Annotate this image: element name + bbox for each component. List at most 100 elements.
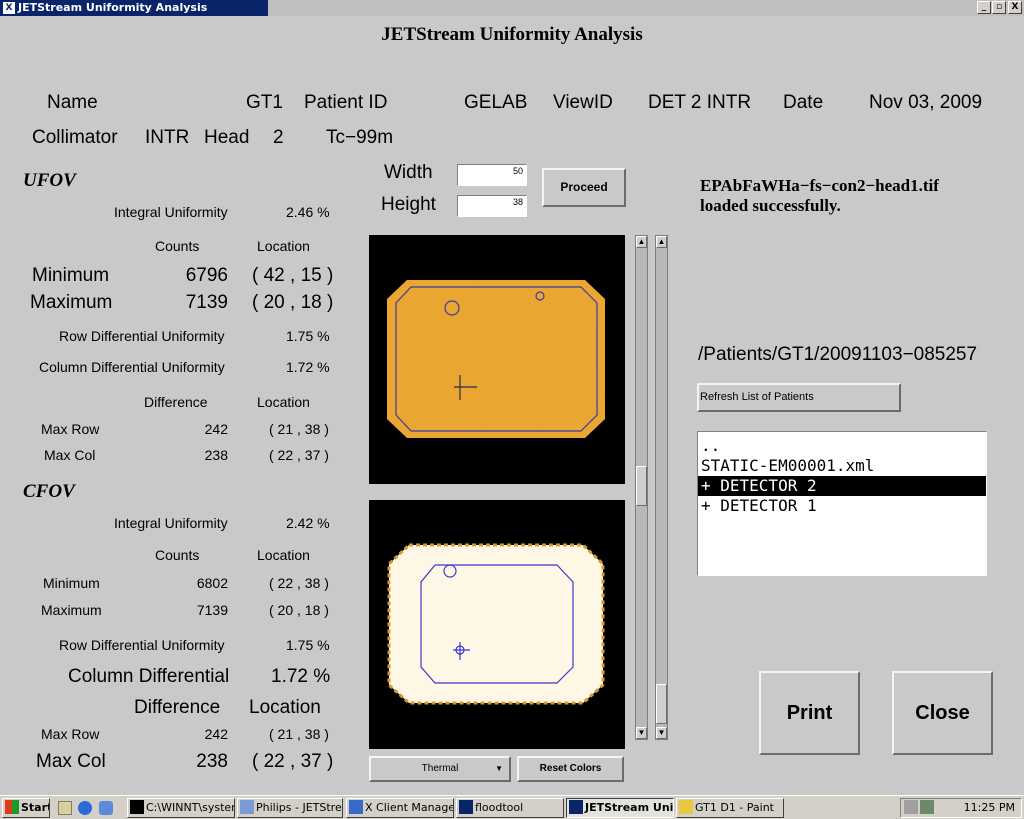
- width-label: Width: [384, 162, 433, 183]
- cfov-min-location: ( 22 , 38 ): [269, 575, 329, 591]
- cfov-max-counts: 7139: [196, 602, 228, 618]
- print-button[interactable]: Print: [759, 671, 860, 755]
- date-value: Nov 03, 2009: [869, 92, 983, 113]
- ufov-max-label: Maximum: [30, 292, 113, 313]
- ufov-location-header-2: Location: [257, 394, 310, 410]
- name-value: GT1: [246, 92, 283, 113]
- window-titlebar[interactable]: X JETStream Uniformity Analysis _ ▫ X: [0, 0, 1024, 16]
- ufov-col-diff-label: Column Differential Uniformity: [39, 359, 225, 375]
- cfov-location-header: Location: [257, 547, 310, 563]
- cfov-col-diff-value: 1.72 %: [271, 666, 331, 687]
- isotope-value: Tc−99m: [326, 127, 394, 148]
- task-button[interactable]: GT1 D1 - Paint: [676, 798, 784, 818]
- cfov-max-label: Maximum: [41, 602, 102, 618]
- image-scrollbar-right[interactable]: ▲ ▼: [655, 235, 668, 740]
- list-item[interactable]: STATIC-EM00001.xml: [698, 456, 986, 476]
- window-icon: [240, 800, 254, 814]
- file-list[interactable]: .. STATIC-EM00001.xml + DETECTOR 2 + DET…: [697, 431, 987, 576]
- volume-icon[interactable]: [904, 800, 918, 814]
- print-label: Print: [786, 702, 833, 724]
- cfov-min-counts: 6802: [196, 575, 228, 591]
- task-button[interactable]: X Client Manager: [346, 798, 454, 818]
- scroll-down-icon[interactable]: ▼: [636, 727, 647, 739]
- colormap-select[interactable]: Thermal ▼: [369, 756, 511, 782]
- start-button[interactable]: Start: [2, 798, 50, 818]
- ufov-row-diff-label: Row Differential Uniformity: [59, 328, 225, 344]
- cfov-col-diff-label: Column Differential: [68, 666, 230, 687]
- ufov-title: UFOV: [23, 170, 76, 191]
- x-window-icon: [569, 800, 583, 814]
- ufov-max-row-location: ( 21 , 38 ): [269, 421, 329, 437]
- height-input[interactable]: 38: [457, 195, 527, 217]
- network-icon[interactable]: [920, 800, 934, 814]
- cfov-max-row-label: Max Row: [41, 726, 100, 742]
- ufov-max-row-label: Max Row: [41, 421, 100, 437]
- cfov-max-row-value: 242: [204, 726, 228, 742]
- ufov-image-canvas: [387, 280, 605, 438]
- cfov-difference-header: Difference: [134, 697, 221, 718]
- task-button[interactable]: floodtool: [456, 798, 564, 818]
- refresh-patients-button[interactable]: Refresh List of Patients: [697, 383, 901, 412]
- minimize-button[interactable]: _: [977, 1, 991, 14]
- scroll-up-icon[interactable]: ▲: [636, 236, 647, 248]
- task-button[interactable]: Philips - JETStrea...: [237, 798, 343, 818]
- maximize-button[interactable]: ▫: [992, 1, 1006, 14]
- list-item[interactable]: ..: [698, 436, 986, 456]
- close-button[interactable]: Close: [892, 671, 993, 755]
- scroll-up-icon[interactable]: ▲: [656, 236, 667, 248]
- list-item[interactable]: + DETECTOR 1: [698, 496, 986, 516]
- cfov-min-label: Minimum: [43, 575, 100, 591]
- patient-path: /Patients/GT1/20091103−085257: [698, 344, 978, 365]
- image-scrollbar-left[interactable]: ▲ ▼: [635, 235, 648, 740]
- head-value: 2: [273, 127, 284, 148]
- scroll-thumb[interactable]: [656, 684, 667, 724]
- cfov-integral-label: Integral Uniformity: [114, 515, 228, 531]
- list-item-selected[interactable]: + DETECTOR 2: [698, 476, 986, 496]
- close-label: Close: [915, 702, 970, 724]
- system-tray: 11:25 PM: [900, 798, 1022, 818]
- outlook-icon[interactable]: [98, 801, 113, 815]
- cfov-location-header-2: Location: [249, 697, 321, 718]
- task-button[interactable]: C:\WINNT\system...: [127, 798, 235, 818]
- ufov-row-diff-value: 1.75 %: [286, 328, 330, 344]
- x-window-icon: [459, 800, 473, 814]
- proceed-button-label: Proceed: [560, 180, 608, 194]
- ufov-image[interactable]: [369, 235, 625, 484]
- browser-icon[interactable]: [78, 801, 93, 815]
- head-label: Head: [204, 127, 250, 148]
- ufov-max-row-value: 242: [204, 421, 228, 437]
- task-label: JETStream Uni...: [585, 801, 674, 814]
- titlebar-active-area[interactable]: X JETStream Uniformity Analysis: [0, 0, 268, 16]
- cfov-max-row-location: ( 21 , 38 ): [269, 726, 329, 742]
- taskbar: Start C:\WINNT\system... Philips - JETSt…: [0, 795, 1024, 819]
- cfov-image[interactable]: [369, 500, 625, 749]
- x-client-icon: [349, 800, 363, 814]
- task-label: C:\WINNT\system...: [146, 801, 234, 814]
- console-icon: [130, 800, 144, 814]
- reset-colors-button[interactable]: Reset Colors: [517, 756, 624, 782]
- task-button-active[interactable]: JETStream Uni...: [566, 798, 674, 818]
- ufov-min-counts: 6796: [185, 265, 228, 286]
- cfov-row-diff-value: 1.75 %: [286, 637, 330, 653]
- clock: 11:25 PM: [963, 801, 1015, 814]
- scroll-thumb[interactable]: [636, 466, 647, 506]
- show-desktop-icon[interactable]: [58, 801, 72, 815]
- proceed-button[interactable]: Proceed: [542, 168, 626, 207]
- task-label: floodtool: [475, 801, 524, 814]
- scroll-down-icon[interactable]: ▼: [656, 727, 667, 739]
- colormap-value: Thermal: [421, 763, 459, 774]
- ufov-max-col-location: ( 22 , 37 ): [269, 447, 329, 463]
- ufov-max-col-value: 238: [204, 447, 228, 463]
- close-window-button[interactable]: X: [1008, 1, 1022, 14]
- cfov-integral-value: 2.42 %: [286, 515, 330, 531]
- task-label: Philips - JETStrea...: [256, 801, 342, 814]
- width-input[interactable]: 50: [457, 164, 527, 186]
- task-label: X Client Manager: [365, 801, 454, 814]
- task-label: GT1 D1 - Paint: [695, 801, 774, 814]
- view-id-label: ViewID: [553, 92, 613, 113]
- ufov-counts-header: Counts: [155, 238, 200, 254]
- height-label: Height: [381, 194, 436, 215]
- cfov-max-col-label: Max Col: [36, 751, 106, 772]
- windows-logo-icon: [5, 800, 19, 814]
- collimator-value: INTR: [145, 127, 190, 148]
